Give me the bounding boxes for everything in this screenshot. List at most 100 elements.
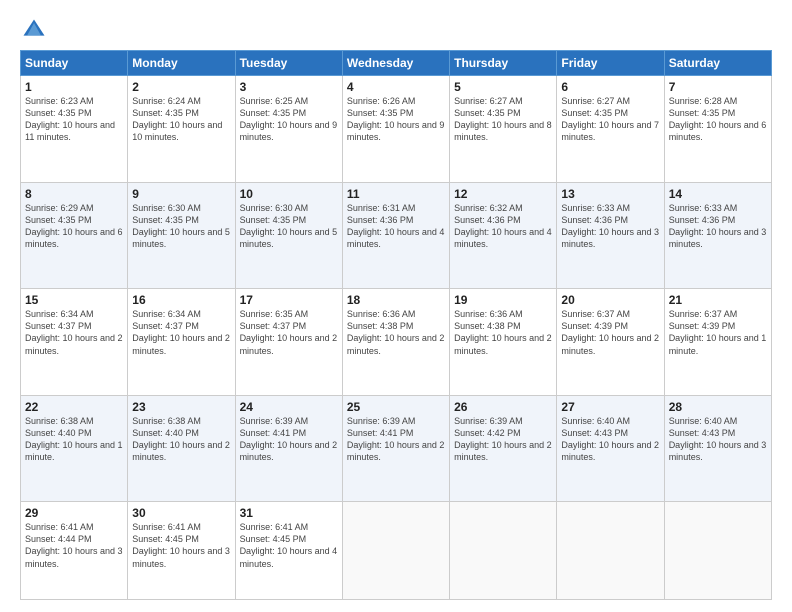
day-number: 29 xyxy=(25,506,123,520)
day-number: 24 xyxy=(240,400,338,414)
day-info: Sunrise: 6:38 AMSunset: 4:40 PMDaylight:… xyxy=(25,416,123,462)
day-info: Sunrise: 6:39 AMSunset: 4:41 PMDaylight:… xyxy=(347,416,445,462)
calendar-cell: 23 Sunrise: 6:38 AMSunset: 4:40 PMDaylig… xyxy=(128,395,235,502)
day-info: Sunrise: 6:30 AMSunset: 4:35 PMDaylight:… xyxy=(240,203,338,249)
day-info: Sunrise: 6:41 AMSunset: 4:45 PMDaylight:… xyxy=(240,522,338,568)
calendar-cell: 27 Sunrise: 6:40 AMSunset: 4:43 PMDaylig… xyxy=(557,395,664,502)
day-number: 31 xyxy=(240,506,338,520)
day-info: Sunrise: 6:27 AMSunset: 4:35 PMDaylight:… xyxy=(454,96,552,142)
logo xyxy=(20,16,50,44)
calendar-week-row: 15 Sunrise: 6:34 AMSunset: 4:37 PMDaylig… xyxy=(21,289,772,396)
calendar-cell: 29 Sunrise: 6:41 AMSunset: 4:44 PMDaylig… xyxy=(21,502,128,600)
day-number: 6 xyxy=(561,80,659,94)
calendar-cell xyxy=(342,502,449,600)
day-number: 27 xyxy=(561,400,659,414)
day-number: 22 xyxy=(25,400,123,414)
day-info: Sunrise: 6:23 AMSunset: 4:35 PMDaylight:… xyxy=(25,96,115,142)
calendar-cell: 19 Sunrise: 6:36 AMSunset: 4:38 PMDaylig… xyxy=(450,289,557,396)
day-number: 14 xyxy=(669,187,767,201)
day-info: Sunrise: 6:40 AMSunset: 4:43 PMDaylight:… xyxy=(561,416,659,462)
calendar-day-header: Saturday xyxy=(664,51,771,76)
day-info: Sunrise: 6:33 AMSunset: 4:36 PMDaylight:… xyxy=(561,203,659,249)
day-number: 21 xyxy=(669,293,767,307)
day-info: Sunrise: 6:41 AMSunset: 4:44 PMDaylight:… xyxy=(25,522,123,568)
day-info: Sunrise: 6:38 AMSunset: 4:40 PMDaylight:… xyxy=(132,416,230,462)
calendar-cell: 26 Sunrise: 6:39 AMSunset: 4:42 PMDaylig… xyxy=(450,395,557,502)
day-number: 15 xyxy=(25,293,123,307)
day-info: Sunrise: 6:41 AMSunset: 4:45 PMDaylight:… xyxy=(132,522,230,568)
day-info: Sunrise: 6:40 AMSunset: 4:43 PMDaylight:… xyxy=(669,416,767,462)
day-info: Sunrise: 6:31 AMSunset: 4:36 PMDaylight:… xyxy=(347,203,445,249)
day-info: Sunrise: 6:34 AMSunset: 4:37 PMDaylight:… xyxy=(25,309,123,355)
calendar-cell xyxy=(557,502,664,600)
day-info: Sunrise: 6:25 AMSunset: 4:35 PMDaylight:… xyxy=(240,96,338,142)
day-number: 9 xyxy=(132,187,230,201)
calendar-cell: 20 Sunrise: 6:37 AMSunset: 4:39 PMDaylig… xyxy=(557,289,664,396)
calendar-cell: 1 Sunrise: 6:23 AMSunset: 4:35 PMDayligh… xyxy=(21,76,128,183)
calendar-cell: 11 Sunrise: 6:31 AMSunset: 4:36 PMDaylig… xyxy=(342,182,449,289)
day-number: 18 xyxy=(347,293,445,307)
day-number: 28 xyxy=(669,400,767,414)
header xyxy=(20,16,772,44)
day-info: Sunrise: 6:29 AMSunset: 4:35 PMDaylight:… xyxy=(25,203,123,249)
calendar-week-row: 29 Sunrise: 6:41 AMSunset: 4:44 PMDaylig… xyxy=(21,502,772,600)
day-number: 7 xyxy=(669,80,767,94)
day-number: 19 xyxy=(454,293,552,307)
calendar-cell: 31 Sunrise: 6:41 AMSunset: 4:45 PMDaylig… xyxy=(235,502,342,600)
calendar-cell: 25 Sunrise: 6:39 AMSunset: 4:41 PMDaylig… xyxy=(342,395,449,502)
calendar-cell: 8 Sunrise: 6:29 AMSunset: 4:35 PMDayligh… xyxy=(21,182,128,289)
day-number: 4 xyxy=(347,80,445,94)
calendar-day-header: Monday xyxy=(128,51,235,76)
calendar-cell: 7 Sunrise: 6:28 AMSunset: 4:35 PMDayligh… xyxy=(664,76,771,183)
calendar-cell: 6 Sunrise: 6:27 AMSunset: 4:35 PMDayligh… xyxy=(557,76,664,183)
calendar-cell xyxy=(450,502,557,600)
day-number: 17 xyxy=(240,293,338,307)
day-number: 1 xyxy=(25,80,123,94)
day-number: 10 xyxy=(240,187,338,201)
calendar-cell: 18 Sunrise: 6:36 AMSunset: 4:38 PMDaylig… xyxy=(342,289,449,396)
calendar-cell: 3 Sunrise: 6:25 AMSunset: 4:35 PMDayligh… xyxy=(235,76,342,183)
page: SundayMondayTuesdayWednesdayThursdayFrid… xyxy=(0,0,792,612)
calendar-day-header: Thursday xyxy=(450,51,557,76)
day-info: Sunrise: 6:36 AMSunset: 4:38 PMDaylight:… xyxy=(347,309,445,355)
calendar-cell: 10 Sunrise: 6:30 AMSunset: 4:35 PMDaylig… xyxy=(235,182,342,289)
day-info: Sunrise: 6:39 AMSunset: 4:41 PMDaylight:… xyxy=(240,416,338,462)
calendar-cell xyxy=(664,502,771,600)
calendar-table: SundayMondayTuesdayWednesdayThursdayFrid… xyxy=(20,50,772,600)
day-info: Sunrise: 6:35 AMSunset: 4:37 PMDaylight:… xyxy=(240,309,338,355)
day-number: 8 xyxy=(25,187,123,201)
day-info: Sunrise: 6:39 AMSunset: 4:42 PMDaylight:… xyxy=(454,416,552,462)
day-number: 26 xyxy=(454,400,552,414)
calendar-cell: 15 Sunrise: 6:34 AMSunset: 4:37 PMDaylig… xyxy=(21,289,128,396)
day-number: 11 xyxy=(347,187,445,201)
calendar-cell: 24 Sunrise: 6:39 AMSunset: 4:41 PMDaylig… xyxy=(235,395,342,502)
calendar-cell: 14 Sunrise: 6:33 AMSunset: 4:36 PMDaylig… xyxy=(664,182,771,289)
calendar-header-row: SundayMondayTuesdayWednesdayThursdayFrid… xyxy=(21,51,772,76)
logo-icon xyxy=(20,16,48,44)
day-info: Sunrise: 6:37 AMSunset: 4:39 PMDaylight:… xyxy=(561,309,659,355)
day-info: Sunrise: 6:33 AMSunset: 4:36 PMDaylight:… xyxy=(669,203,767,249)
day-number: 30 xyxy=(132,506,230,520)
calendar-cell: 22 Sunrise: 6:38 AMSunset: 4:40 PMDaylig… xyxy=(21,395,128,502)
day-number: 25 xyxy=(347,400,445,414)
calendar-week-row: 8 Sunrise: 6:29 AMSunset: 4:35 PMDayligh… xyxy=(21,182,772,289)
calendar-cell: 13 Sunrise: 6:33 AMSunset: 4:36 PMDaylig… xyxy=(557,182,664,289)
calendar-cell: 28 Sunrise: 6:40 AMSunset: 4:43 PMDaylig… xyxy=(664,395,771,502)
calendar-cell: 4 Sunrise: 6:26 AMSunset: 4:35 PMDayligh… xyxy=(342,76,449,183)
calendar-day-header: Tuesday xyxy=(235,51,342,76)
calendar-week-row: 1 Sunrise: 6:23 AMSunset: 4:35 PMDayligh… xyxy=(21,76,772,183)
day-number: 5 xyxy=(454,80,552,94)
calendar-day-header: Friday xyxy=(557,51,664,76)
day-info: Sunrise: 6:30 AMSunset: 4:35 PMDaylight:… xyxy=(132,203,230,249)
calendar-cell: 30 Sunrise: 6:41 AMSunset: 4:45 PMDaylig… xyxy=(128,502,235,600)
calendar-day-header: Sunday xyxy=(21,51,128,76)
calendar-week-row: 22 Sunrise: 6:38 AMSunset: 4:40 PMDaylig… xyxy=(21,395,772,502)
day-info: Sunrise: 6:26 AMSunset: 4:35 PMDaylight:… xyxy=(347,96,445,142)
day-number: 3 xyxy=(240,80,338,94)
day-number: 20 xyxy=(561,293,659,307)
calendar-cell: 16 Sunrise: 6:34 AMSunset: 4:37 PMDaylig… xyxy=(128,289,235,396)
day-number: 12 xyxy=(454,187,552,201)
day-info: Sunrise: 6:24 AMSunset: 4:35 PMDaylight:… xyxy=(132,96,222,142)
day-info: Sunrise: 6:37 AMSunset: 4:39 PMDaylight:… xyxy=(669,309,767,355)
calendar-cell: 9 Sunrise: 6:30 AMSunset: 4:35 PMDayligh… xyxy=(128,182,235,289)
